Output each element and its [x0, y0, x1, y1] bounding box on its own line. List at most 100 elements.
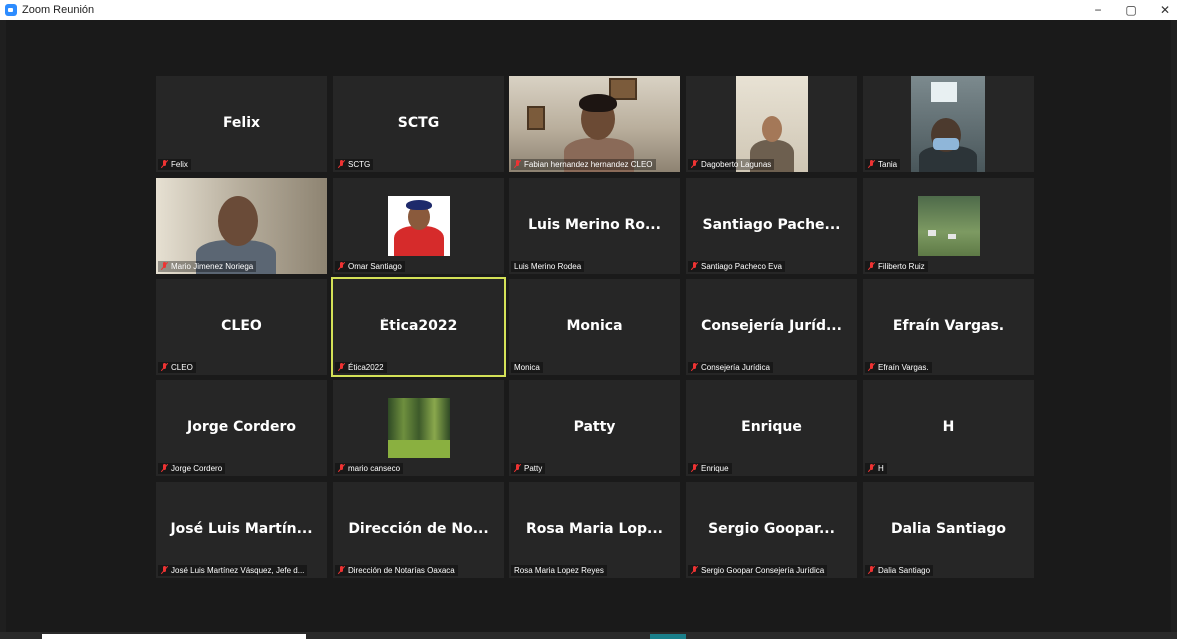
participant-tile[interactable]: Patty Patty: [509, 380, 680, 476]
participant-tile[interactable]: Fabian hernandez hernandez CLEO: [509, 76, 680, 172]
participant-tile[interactable]: CLEO CLEO: [156, 279, 327, 375]
participant-label: Jorge Cordero: [158, 463, 226, 474]
participant-tile[interactable]: Dirección de No... Dirección de Notarías…: [333, 482, 504, 578]
muted-mic-icon: [691, 363, 698, 371]
participant-tile[interactable]: Efraín Vargas. Efraín Vargas.: [863, 279, 1034, 375]
zoom-logo-icon: [5, 4, 17, 16]
participant-label: H: [865, 463, 887, 474]
participant-tile[interactable]: Monica Monica: [509, 279, 680, 375]
muted-mic-icon: [868, 566, 875, 574]
participant-tile[interactable]: Felix Felix: [156, 76, 327, 172]
participant-label: Patty: [511, 463, 546, 474]
muted-mic-icon: [514, 464, 521, 472]
participant-tile[interactable]: Omar Santiago: [333, 178, 504, 274]
participant-tile[interactable]: H H: [863, 380, 1034, 476]
participant-label: Omar Santiago: [335, 261, 405, 272]
video-feed: [911, 76, 985, 172]
video-feed: [388, 398, 450, 458]
participant-label: Santiago Pacheco Eva: [688, 261, 785, 272]
participant-tile[interactable]: Sergio Goopar... Sergio Goopar Consejerí…: [686, 482, 857, 578]
participant-tile[interactable]: Enrique Enrique: [686, 380, 857, 476]
participant-name: Patty: [573, 419, 616, 435]
participant-tile[interactable]: Dagoberto Lagunas: [686, 76, 857, 172]
muted-mic-icon: [161, 464, 168, 472]
video-feed: [736, 76, 808, 172]
participant-name: Efraín Vargas.: [892, 318, 1005, 334]
muted-mic-icon: [338, 363, 345, 371]
participant-label: Luis Merino Rodea: [511, 261, 585, 272]
participant-name: Ética2022: [379, 318, 458, 334]
participant-tile[interactable]: Tania: [863, 76, 1034, 172]
participant-tile[interactable]: Rosa Maria Lop... Rosa Maria Lopez Reyes: [509, 482, 680, 578]
muted-mic-icon: [161, 262, 168, 270]
participant-label: Dalia Santiago: [865, 565, 934, 576]
participant-label: Tania: [865, 159, 901, 170]
participant-name: Luis Merino Ro...: [528, 217, 661, 233]
participant-name: Sergio Goopar...: [708, 521, 835, 537]
title-bar: Zoom Reunión − ▢ ✕: [0, 0, 1177, 20]
participant-name: Jorge Cordero: [187, 419, 296, 435]
participant-name: H: [942, 419, 955, 435]
participant-tile[interactable]: José Luis Martín... José Luis Martínez V…: [156, 482, 327, 578]
muted-mic-icon: [868, 160, 875, 168]
muted-mic-icon: [338, 566, 345, 574]
participant-name: José Luis Martín...: [170, 521, 313, 537]
gallery-view: Felix Felix SCTG SCTG Fabian hernandez h…: [6, 20, 1171, 632]
participant-tile[interactable]: Santiago Pache... Santiago Pacheco Eva: [686, 178, 857, 274]
window-title: Zoom Reunión: [22, 4, 95, 16]
participant-label: Dirección de Notarías Oaxaca: [335, 565, 458, 576]
participant-label: mario canseco: [335, 463, 404, 474]
participant-tile[interactable]: Jorge Cordero Jorge Cordero: [156, 380, 327, 476]
taskbar-search[interactable]: [42, 634, 306, 639]
participant-tile[interactable]: Mario Jimenez Noriega: [156, 178, 327, 274]
participant-label: Filiberto Ruiz: [865, 261, 928, 272]
participant-label: José Luis Martínez Vásquez, Jefe d...: [158, 565, 308, 576]
muted-mic-icon: [691, 262, 698, 270]
participant-tile-active-speaker[interactable]: Ética2022 Ética2022: [331, 277, 506, 377]
participant-tile[interactable]: Filiberto Ruiz: [863, 178, 1034, 274]
muted-mic-icon: [868, 262, 875, 270]
video-feed: [156, 178, 327, 274]
participant-tile[interactable]: SCTG SCTG: [333, 76, 504, 172]
participant-name: Dalia Santiago: [890, 521, 1007, 537]
participant-label: Sergio Goopar Consejería Jurídica: [688, 565, 828, 576]
video-feed: [388, 196, 450, 256]
participant-name: CLEO: [221, 318, 262, 334]
participant-label: Enrique: [688, 463, 732, 474]
participant-name: Rosa Maria Lop...: [526, 521, 663, 537]
participant-name: SCTG: [397, 115, 440, 131]
muted-mic-icon: [514, 160, 521, 168]
participant-label: Fabian hernandez hernandez CLEO: [511, 159, 656, 170]
participant-tile[interactable]: mario canseco: [333, 380, 504, 476]
maximize-button[interactable]: ▢: [1121, 2, 1141, 18]
muted-mic-icon: [161, 160, 168, 168]
participant-label: Ética2022: [335, 362, 387, 373]
participant-name: Consejería Juríd...: [701, 318, 842, 334]
participant-name: Dirección de No...: [348, 521, 489, 537]
participant-tile[interactable]: Luis Merino Ro... Luis Merino Rodea: [509, 178, 680, 274]
participant-label: Efraín Vargas.: [865, 362, 932, 373]
muted-mic-icon: [691, 160, 698, 168]
muted-mic-icon: [338, 464, 345, 472]
close-button[interactable]: ✕: [1155, 2, 1175, 18]
muted-mic-icon: [868, 363, 875, 371]
participant-label: Rosa Maria Lopez Reyes: [511, 565, 607, 576]
participant-name: Santiago Pache...: [702, 217, 841, 233]
muted-mic-icon: [161, 566, 168, 574]
participant-label: CLEO: [158, 362, 196, 373]
muted-mic-icon: [691, 464, 698, 472]
participant-tile[interactable]: Dalia Santiago Dalia Santiago: [863, 482, 1034, 578]
participant-label: Mario Jimenez Noriega: [158, 261, 257, 272]
participant-tile[interactable]: Consejería Juríd... Consejería Jurídica: [686, 279, 857, 375]
participant-label: SCTG: [335, 159, 374, 170]
muted-mic-icon: [691, 566, 698, 574]
video-feed: [918, 196, 980, 256]
minimize-button[interactable]: −: [1088, 2, 1108, 18]
taskbar-active-app[interactable]: [650, 634, 686, 639]
muted-mic-icon: [161, 363, 168, 371]
muted-mic-icon: [868, 464, 875, 472]
participant-label: Consejería Jurídica: [688, 362, 773, 373]
participant-label: Felix: [158, 159, 191, 170]
muted-mic-icon: [338, 160, 345, 168]
muted-mic-icon: [338, 262, 345, 270]
